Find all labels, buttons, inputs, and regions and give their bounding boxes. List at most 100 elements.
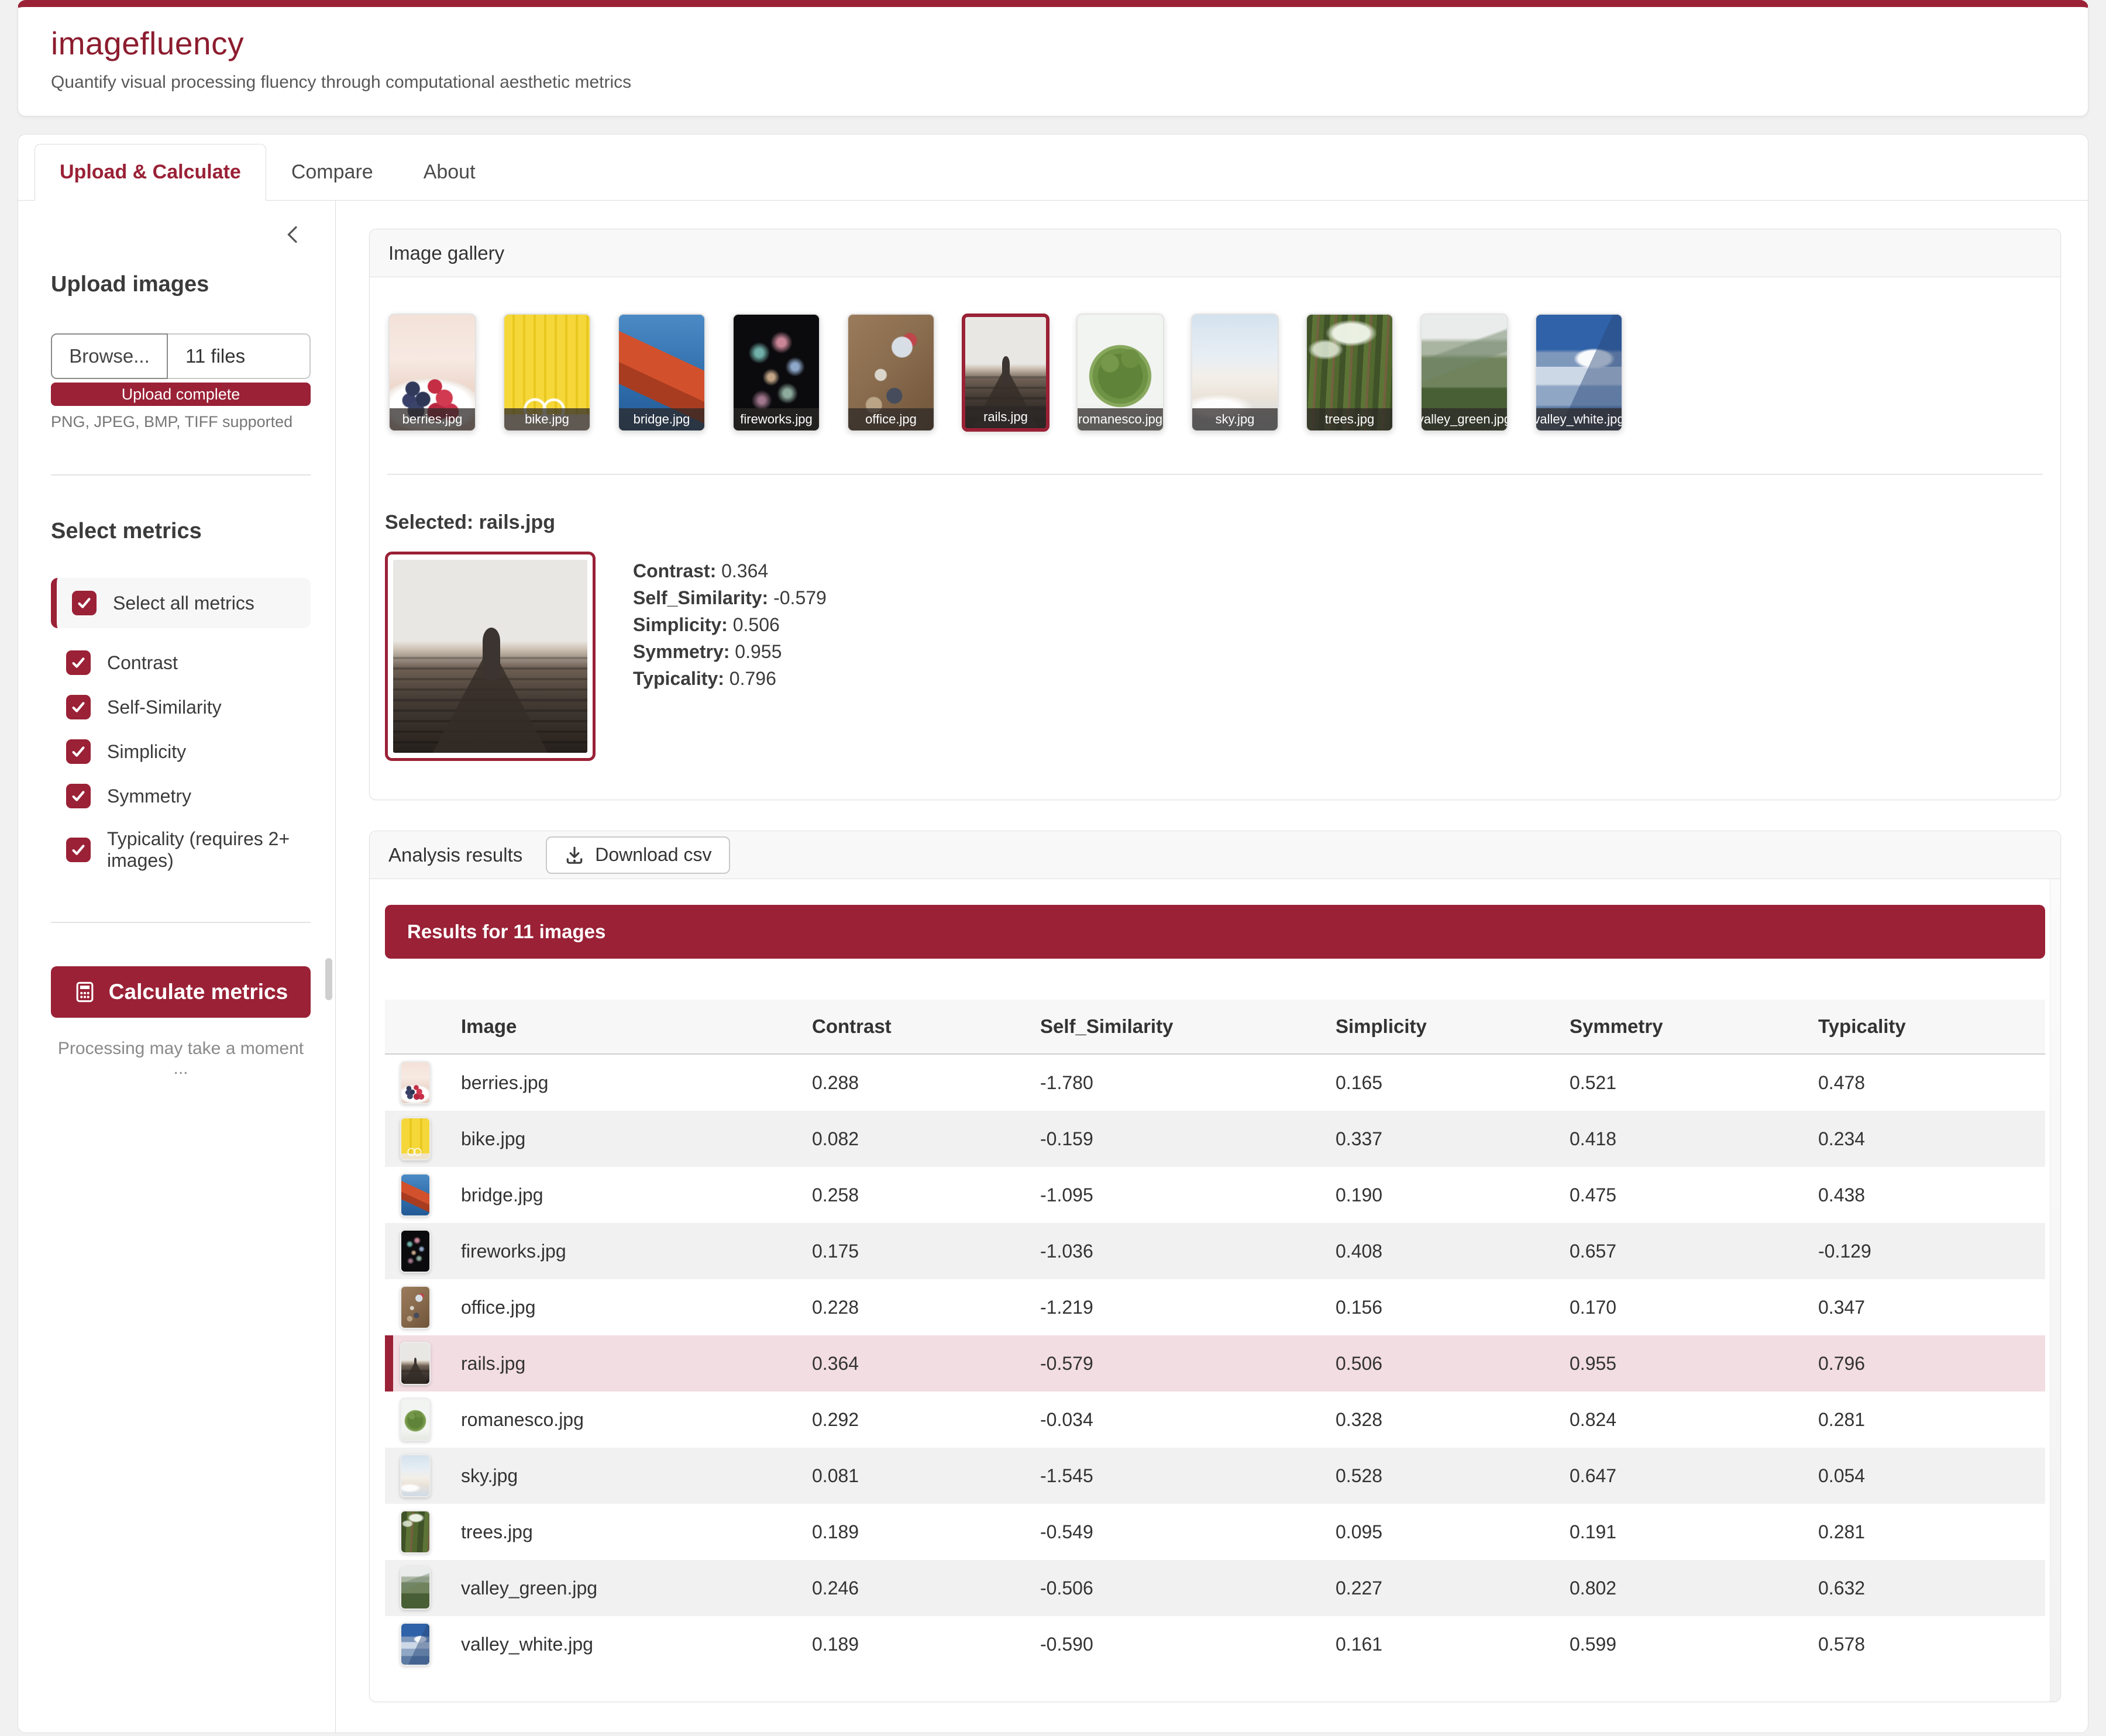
- row-metric-value: 0.657: [1570, 1241, 1818, 1262]
- table-column-header: Self_Similarity: [1040, 1015, 1336, 1038]
- gallery-thumbnail[interactable]: bike.jpg: [503, 314, 591, 432]
- row-image-name: valley_white.jpg: [461, 1634, 812, 1655]
- table-column-header: Simplicity: [1336, 1015, 1570, 1038]
- metric-checkbox[interactable]: [66, 838, 91, 862]
- table-row[interactable]: sky.jpg 0.081-1.5450.5280.6470.054: [385, 1448, 2045, 1504]
- row-metric-value: 0.190: [1336, 1184, 1570, 1206]
- gallery-thumbnail[interactable]: office.jpg: [847, 314, 935, 432]
- row-metric-value: 0.191: [1570, 1521, 1818, 1543]
- check-icon: [70, 842, 87, 858]
- metric-checkbox-row[interactable]: Simplicity: [51, 732, 311, 771]
- download-icon: [565, 845, 584, 865]
- row-thumbnail: [400, 1566, 431, 1610]
- page-title: imagefluency: [51, 25, 2055, 62]
- gallery-thumbnail[interactable]: rails.jpg: [962, 314, 1049, 432]
- row-metric-value: 0.599: [1570, 1634, 1818, 1655]
- table-row[interactable]: bike.jpg 0.082-0.1590.3370.4180.234: [385, 1111, 2045, 1167]
- gallery-thumbnail[interactable]: bridge.jpg: [618, 314, 706, 432]
- row-thumbnail: [400, 1061, 431, 1104]
- selected-metric-value: 0.506: [733, 614, 780, 635]
- table-row[interactable]: berries.jpg 0.288-1.7800.1650.5210.478: [385, 1055, 2045, 1111]
- metric-checkbox[interactable]: [66, 739, 91, 764]
- selected-metric-value: 0.364: [721, 560, 768, 581]
- table-row[interactable]: valley_green.jpg 0.246-0.5060.2270.8020.…: [385, 1560, 2045, 1616]
- table-row[interactable]: bridge.jpg 0.258-1.0950.1900.4750.438: [385, 1167, 2045, 1223]
- file-count-field[interactable]: 11 files: [168, 333, 311, 379]
- row-metric-value: -0.129: [1818, 1241, 2045, 1262]
- gallery-thumbnail[interactable]: valley_white.jpg: [1535, 314, 1623, 432]
- row-thumbnail: [400, 1342, 431, 1385]
- row-thumbnail: [400, 1454, 431, 1497]
- table-row[interactable]: fireworks.jpg 0.175-1.0360.4080.657-0.12…: [385, 1223, 2045, 1279]
- select-all-metrics-row[interactable]: Select all metrics: [51, 578, 311, 628]
- row-metric-value: -0.506: [1040, 1577, 1336, 1599]
- row-metric-value: 0.189: [812, 1634, 1040, 1655]
- row-metric-value: 0.292: [812, 1409, 1040, 1431]
- sidebar-scrollbar[interactable]: [325, 958, 332, 1000]
- gallery-thumbnail[interactable]: fireworks.jpg: [732, 314, 820, 432]
- check-icon: [70, 743, 87, 760]
- results-table: Image Contrast Self_Similarity Simplicit…: [385, 1000, 2045, 1672]
- page-subtitle: Quantify visual processing fluency throu…: [51, 73, 2055, 92]
- row-thumbnail: [400, 1286, 431, 1329]
- thumbnail-filename: fireworks.jpg: [734, 408, 819, 430]
- metric-checkbox[interactable]: [66, 695, 91, 719]
- metric-checkbox-row[interactable]: Typicality (requires 2+ images): [51, 821, 311, 879]
- metric-checkbox-row[interactable]: Symmetry: [51, 777, 311, 815]
- table-row[interactable]: romanesco.jpg 0.292-0.0340.3280.8240.281: [385, 1391, 2045, 1448]
- row-metric-value: -1.219: [1040, 1297, 1336, 1318]
- gallery-thumbnail[interactable]: romanesco.jpg: [1076, 314, 1164, 432]
- gallery-thumbnail[interactable]: trees.jpg: [1306, 314, 1393, 432]
- metric-label: Typicality (requires 2+ images): [107, 828, 295, 872]
- row-metric-value: 0.054: [1818, 1465, 2045, 1487]
- row-metric-value: 0.578: [1818, 1634, 2045, 1655]
- row-metric-value: 0.796: [1818, 1353, 2045, 1375]
- row-metric-value: -0.549: [1040, 1521, 1336, 1543]
- row-metric-value: 0.081: [812, 1465, 1040, 1487]
- row-metric-value: 0.095: [1336, 1521, 1570, 1543]
- tab-compare[interactable]: Compare: [266, 144, 398, 201]
- browse-button[interactable]: Browse...: [51, 333, 168, 379]
- metric-checkbox[interactable]: [66, 650, 91, 675]
- download-csv-button[interactable]: Download csv: [546, 836, 730, 874]
- thumbnail-filename: office.jpg: [848, 408, 934, 430]
- check-icon: [70, 788, 87, 804]
- gallery-thumbnail[interactable]: sky.jpg: [1191, 314, 1279, 432]
- table-row[interactable]: valley_white.jpg 0.189-0.5900.1610.5990.…: [385, 1616, 2045, 1672]
- row-metric-value: -1.780: [1040, 1072, 1336, 1094]
- row-metric-value: 0.824: [1570, 1409, 1818, 1431]
- gallery-thumbnail[interactable]: berries.jpg: [388, 314, 476, 432]
- tab-upload-calculate[interactable]: Upload & Calculate: [35, 144, 266, 201]
- row-image-name: bike.jpg: [461, 1128, 812, 1150]
- select-all-checkbox[interactable]: [72, 591, 97, 615]
- calculate-metrics-button[interactable]: Calculate metrics: [51, 966, 311, 1018]
- sidebar-collapse-button[interactable]: [279, 221, 307, 249]
- tab-about[interactable]: About: [398, 144, 501, 201]
- calculate-metrics-label: Calculate metrics: [109, 980, 288, 1004]
- selected-metric-label: Typicality:: [633, 668, 724, 689]
- select-all-label: Select all metrics: [113, 593, 254, 614]
- gallery-thumbnail[interactable]: valley_green.jpg: [1420, 314, 1508, 432]
- row-metric-value: 0.189: [812, 1521, 1040, 1543]
- row-metric-value: 0.506: [1336, 1353, 1570, 1375]
- table-scrollbar[interactable]: [2050, 879, 2061, 1701]
- metric-checkbox[interactable]: [66, 784, 91, 808]
- selected-metrics-list: Contrast: 0.364 Self_Similarity: -0.579 …: [633, 552, 827, 761]
- table-row[interactable]: office.jpg 0.228-1.2190.1560.1700.347: [385, 1279, 2045, 1335]
- metric-checkbox-row[interactable]: Self-Similarity: [51, 688, 311, 726]
- calculator-icon: [74, 981, 96, 1003]
- table-row[interactable]: rails.jpg 0.364-0.5790.5060.9550.796: [385, 1335, 2045, 1391]
- results-table-body: berries.jpg 0.288-1.7800.1650.5210.478 b…: [385, 1055, 2045, 1672]
- results-panel-body: Results for 11 images Image Contrast Sel…: [370, 879, 2060, 1701]
- row-metric-value: 0.258: [812, 1184, 1040, 1206]
- results-count-banner: Results for 11 images: [385, 905, 2045, 959]
- row-metric-value: 0.475: [1570, 1184, 1818, 1206]
- metric-checkbox-row[interactable]: Contrast: [51, 643, 311, 682]
- upload-heading: Upload images: [51, 272, 311, 297]
- row-metric-value: -0.159: [1040, 1128, 1336, 1150]
- selected-metric-value: 0.796: [729, 668, 776, 689]
- tab-bar: Upload & Calculate Compare About: [18, 135, 2088, 201]
- table-row[interactable]: trees.jpg 0.189-0.5490.0950.1910.281: [385, 1504, 2045, 1560]
- image-gallery-panel: Image gallery berries.jpg bike.jpg bridg…: [369, 229, 2061, 800]
- supported-formats-note: PNG, JPEG, BMP, TIFF supported: [51, 413, 311, 431]
